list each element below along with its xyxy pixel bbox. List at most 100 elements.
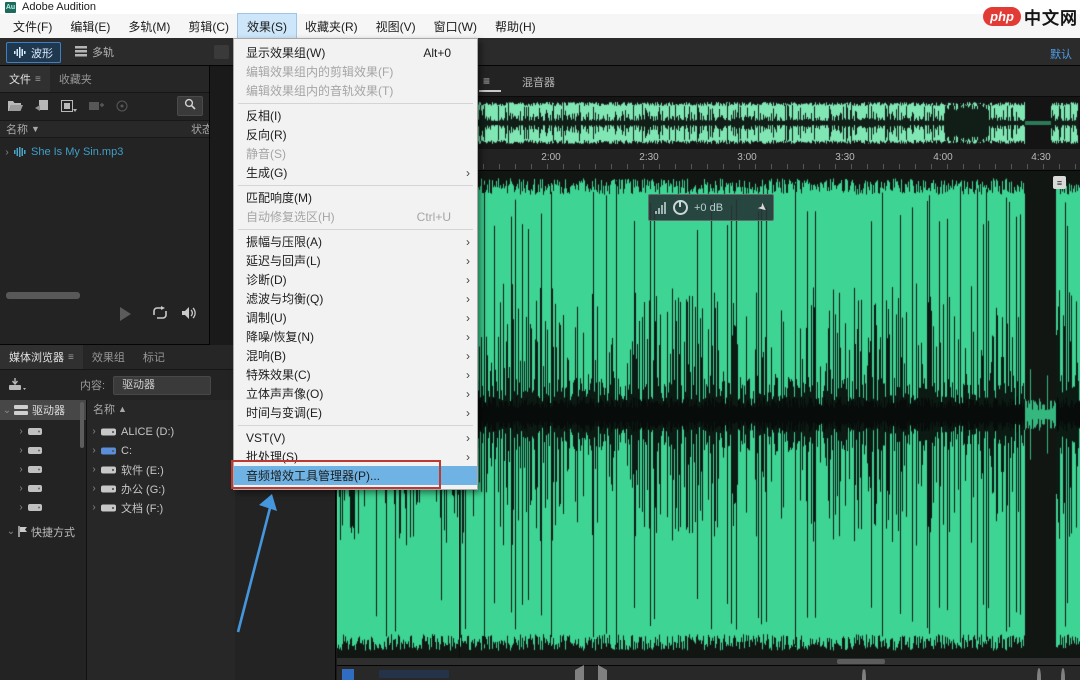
tree-child-row[interactable]: › <box>14 441 86 460</box>
expand-chevron-icon[interactable]: › <box>87 426 101 437</box>
tab-mixer[interactable]: 混音器 <box>522 74 555 90</box>
expand-chevron-icon[interactable]: › <box>14 483 28 494</box>
panel-settings-icon[interactable]: ≡ <box>1053 176 1066 189</box>
waveform-view-button[interactable]: 波形 <box>6 42 61 63</box>
effects-menu-item[interactable]: 降噪/恢复(N) › <box>234 327 477 346</box>
effects-menu-item[interactable]: 生成(G) › <box>234 163 477 182</box>
menu-bar-item[interactable]: 效果(S) <box>238 14 296 38</box>
effects-menu-item[interactable]: 立体声声像(O) › <box>234 384 477 403</box>
horizontal-scrollbar[interactable] <box>6 292 80 299</box>
effects-menu-item[interactable]: 显示效果组(W) Alt+0 › <box>234 43 477 62</box>
effects-menu-item[interactable]: 反向(R) › <box>234 125 477 144</box>
effects-menu-item[interactable]: 诊断(D) › <box>234 270 477 289</box>
gain-knob-icon[interactable] <box>673 200 688 215</box>
expand-chevron-icon[interactable]: › <box>14 464 28 475</box>
annotation-highlight-box <box>231 460 441 489</box>
effects-menu-item[interactable]: 延迟与回声(L) › <box>234 251 477 270</box>
effects-menu-item[interactable]: 自动修复选区(H) Ctrl+U › <box>234 207 477 226</box>
rewind-button[interactable] <box>575 670 584 680</box>
add-drive-icon[interactable] <box>8 378 28 392</box>
expand-chevron-icon[interactable]: › <box>87 502 101 513</box>
zoom-out-button[interactable] <box>1061 670 1065 680</box>
collapse-chevron-icon[interactable]: ⌄ <box>0 405 14 416</box>
scrollbar-handle[interactable] <box>837 659 885 664</box>
tree-root-drives[interactable]: ⌄ 驱动器 <box>0 400 86 420</box>
drive-row[interactable]: › ALICE (D:) <box>87 422 235 441</box>
play-button[interactable] <box>598 670 607 680</box>
effects-menu-item[interactable]: 匹配响度(M) › <box>234 188 477 207</box>
effects-menu-item[interactable]: 振幅与压限(A) › <box>234 232 477 251</box>
ruler-time-label: 4:30 <box>1031 152 1050 163</box>
drive-row[interactable]: › 办公 (G:) <box>87 479 235 498</box>
expand-chevron-icon[interactable]: › <box>14 426 28 437</box>
zoom-in-button[interactable] <box>1037 670 1041 680</box>
tab-markers[interactable]: 标记 <box>134 345 174 369</box>
workspace-selector[interactable]: 默认 <box>1050 46 1072 62</box>
drive-list-header[interactable]: 名称 ▲ <box>87 400 235 418</box>
expand-chevron-icon[interactable]: › <box>87 483 101 494</box>
drive-row[interactable]: › C: <box>87 441 235 460</box>
menu-bar-item[interactable]: 窗口(W) <box>425 14 486 38</box>
effects-menu-item[interactable]: 时间与变调(E) › <box>234 403 477 422</box>
effects-menu-item[interactable]: 调制(U) › <box>234 308 477 327</box>
pin-icon[interactable]: ➤ <box>755 200 770 216</box>
expand-chevron-icon[interactable]: › <box>0 147 14 158</box>
tree-child-row[interactable]: › <box>14 479 86 498</box>
volume-hud[interactable]: +0 dB ➤ <box>648 194 774 221</box>
effects-menu-item[interactable]: 滤波与均衡(Q) › <box>234 289 477 308</box>
import-file-icon[interactable] <box>35 100 49 112</box>
time-format-swatch[interactable] <box>342 669 354 680</box>
menu-bar-item[interactable]: 剪辑(C) <box>179 14 238 38</box>
tree-scrollbar[interactable] <box>80 402 84 448</box>
menu-bar-item[interactable]: 文件(F) <box>4 14 61 38</box>
column-name[interactable]: 名称 <box>6 121 28 137</box>
menu-bar-item[interactable]: 编辑(E) <box>61 14 119 38</box>
tree-shortcuts[interactable]: ⌄ 快捷方式 <box>4 522 86 541</box>
menu-bar-item[interactable]: 视图(V) <box>367 14 425 38</box>
loop-playback-icon[interactable] <box>152 306 168 325</box>
multitrack-view-button[interactable]: 多轨 <box>68 42 121 61</box>
effects-menu-item[interactable]: 编辑效果组内的音轨效果(T) › <box>234 81 477 100</box>
tab-files[interactable]: 文件 ≡ <box>0 66 50 92</box>
gain-value[interactable]: +0 dB <box>694 202 723 214</box>
preview-play-button[interactable] <box>120 307 131 321</box>
waveform-scrollbar[interactable] <box>337 658 1080 665</box>
active-tab-underline <box>479 90 501 92</box>
effects-menu-item[interactable]: 混响(B) › <box>234 346 477 365</box>
search-button[interactable] <box>177 96 203 116</box>
expand-chevron-icon[interactable]: › <box>14 445 28 456</box>
tab-effects-rack[interactable]: 效果组 <box>83 345 134 369</box>
content-dropdown[interactable]: 驱动器 <box>113 376 211 395</box>
open-file-icon[interactable] <box>8 100 23 112</box>
extract-audio-icon[interactable] <box>61 100 77 112</box>
tree-child-row[interactable]: › <box>14 498 86 517</box>
loop-button[interactable] <box>862 670 866 680</box>
spectral-toggle-button[interactable] <box>214 45 229 59</box>
tree-child-row[interactable]: › <box>14 460 86 479</box>
drive-row[interactable]: › 文档 (F:) <box>87 498 235 517</box>
effects-menu-item[interactable]: 编辑效果组内的剪辑效果(F) › <box>234 62 477 81</box>
tree-shortcuts-label: 快捷方式 <box>31 524 75 540</box>
panel-menu-icon[interactable]: ≡ <box>68 352 74 363</box>
column-status[interactable]: 状态 <box>191 121 209 137</box>
tree-child-row[interactable]: › <box>14 422 86 441</box>
tab-media-browser[interactable]: 媒体浏览器 ≡ <box>0 345 83 369</box>
menu-bar-item[interactable]: 多轨(M) <box>119 14 179 38</box>
effects-menu-item[interactable]: 特殊效果(C) › <box>234 365 477 384</box>
menu-bar-item[interactable]: 帮助(H) <box>486 14 545 38</box>
menu-bar-item[interactable]: 收藏夹(R) <box>296 14 367 38</box>
drive-row[interactable]: › 软件 (E:) <box>87 460 235 479</box>
expand-chevron-icon[interactable]: › <box>87 445 101 456</box>
effects-menu-item[interactable]: VST(V) › <box>234 428 477 447</box>
panel-menu-icon[interactable]: ≡ <box>35 74 41 85</box>
tab-favorites[interactable]: 收藏夹 <box>50 66 101 92</box>
collapse-chevron-icon[interactable]: ⌄ <box>4 526 18 537</box>
expand-chevron-icon[interactable]: › <box>14 502 28 513</box>
file-row[interactable]: › She Is My Sin.mp3 <box>0 142 209 162</box>
speaker-icon[interactable] <box>182 306 198 325</box>
panel-menu-icon[interactable]: ≡ <box>483 74 490 88</box>
effects-menu-item[interactable]: 静音(S) › <box>234 144 477 163</box>
effects-menu-item[interactable]: 反相(I) › <box>234 106 477 125</box>
volume-bars-icon <box>655 202 666 214</box>
expand-chevron-icon[interactable]: › <box>87 464 101 475</box>
